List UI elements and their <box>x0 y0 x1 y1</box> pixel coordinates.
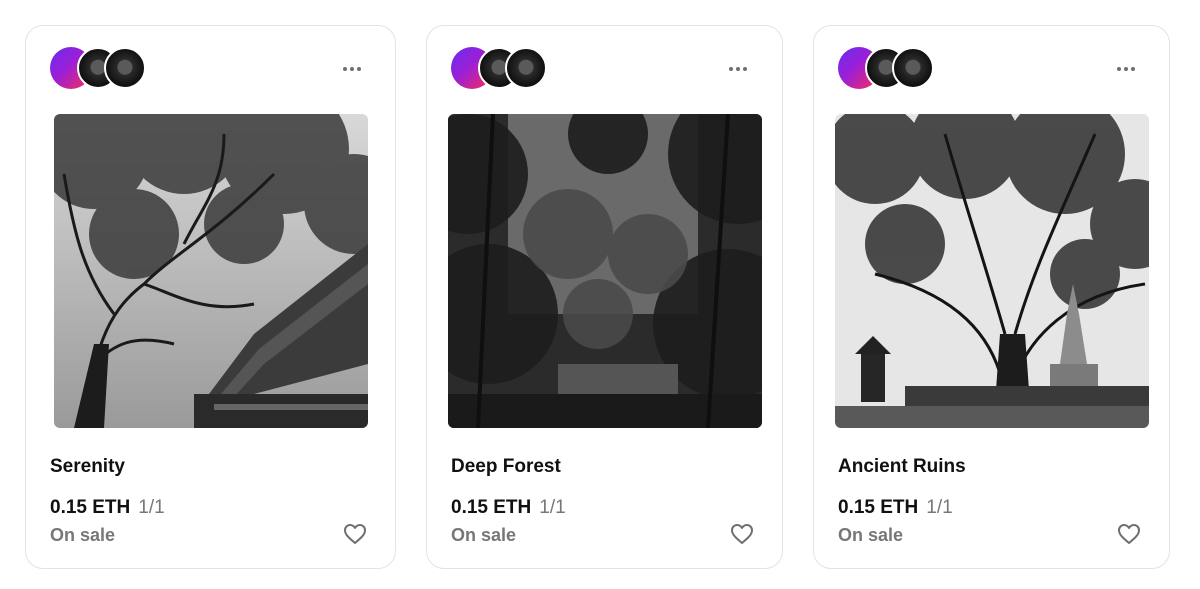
edition: 1/1 <box>138 497 165 518</box>
artwork-image[interactable] <box>54 114 368 428</box>
more-options-button[interactable] <box>726 58 750 80</box>
price: 0.15 ETH <box>451 497 532 518</box>
price-row: 0.15 ETH 1/1 <box>50 497 165 519</box>
creator-avatars[interactable] <box>451 47 551 89</box>
heart-outline-icon[interactable] <box>1117 523 1141 545</box>
dot <box>736 67 740 71</box>
more-options-button[interactable] <box>1114 58 1138 80</box>
creator-avatars[interactable] <box>838 47 938 89</box>
artwork-title[interactable]: Serenity <box>50 456 125 478</box>
creator-avatars[interactable] <box>50 47 150 89</box>
edition: 1/1 <box>926 497 953 518</box>
artwork-image[interactable] <box>448 114 762 428</box>
sale-status: On sale <box>838 525 904 545</box>
dot <box>729 67 733 71</box>
owner-avatar[interactable] <box>505 47 547 89</box>
sale-status: On sale <box>451 525 517 545</box>
nft-card[interactable]: Deep Forest 0.15 ETH 1/1 On sale <box>426 25 783 569</box>
price-row: 0.15 ETH 1/1 <box>451 497 566 519</box>
dot <box>743 67 747 71</box>
price: 0.15 ETH <box>838 497 919 518</box>
dot <box>357 67 361 71</box>
dot <box>1117 67 1121 71</box>
dot <box>343 67 347 71</box>
artwork-title[interactable]: Ancient Ruins <box>838 456 966 478</box>
owner-avatar[interactable] <box>104 47 146 89</box>
sale-status: On sale <box>50 525 116 545</box>
artwork-image[interactable] <box>835 114 1149 428</box>
price: 0.15 ETH <box>50 497 131 518</box>
dot <box>350 67 354 71</box>
dot <box>1131 67 1135 71</box>
nft-card[interactable]: Serenity 0.15 ETH 1/1 On sale <box>25 25 396 569</box>
more-options-button[interactable] <box>340 58 364 80</box>
price-row: 0.15 ETH 1/1 <box>838 497 953 519</box>
artwork-title[interactable]: Deep Forest <box>451 456 561 478</box>
owner-avatar[interactable] <box>892 47 934 89</box>
nft-card[interactable]: Ancient Ruins 0.15 ETH 1/1 On sale <box>813 25 1170 569</box>
edition: 1/1 <box>539 497 566 518</box>
heart-outline-icon[interactable] <box>343 523 367 545</box>
heart-outline-icon[interactable] <box>730 523 754 545</box>
dot <box>1124 67 1128 71</box>
